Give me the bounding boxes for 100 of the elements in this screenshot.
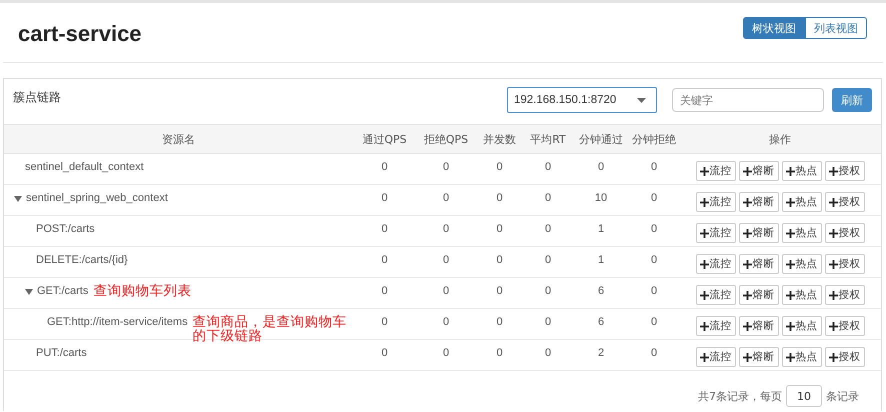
action-button[interactable]: 流控 [696,285,736,305]
plus-icon [786,322,794,330]
table-cell: 0 [381,223,388,235]
table-cell: 0 [650,192,658,204]
table-cell: 0 [442,192,450,204]
table-cell: 0 [496,192,503,204]
table-cell: 0 [544,285,552,297]
action-button[interactable]: 熔断 [738,285,778,305]
expanded-icon[interactable] [14,196,22,202]
plus-icon [828,198,838,206]
table-cell: 0 [650,285,658,297]
plus-icon [742,228,752,238]
action-button[interactable]: 流控 [696,316,736,336]
expanded-icon[interactable] [25,289,33,295]
table-cell: 0 [544,192,552,204]
action-button[interactable]: 热点 [782,223,822,243]
action-button[interactable]: 流控 [696,223,736,243]
table-cell: 1 [598,223,604,235]
table-cell: 0 [442,316,450,328]
action-button[interactable]: 授权 [824,254,864,274]
machine-select[interactable]: 192.168.150.1:8720 [507,87,657,113]
view-tab[interactable]: 树状视图 [743,17,805,39]
table-cell: 0 [442,285,450,297]
action-button[interactable]: 热点 [782,161,822,181]
action-button[interactable]: 熔断 [738,347,778,367]
table-cell: 0 [544,316,552,328]
action-button[interactable]: 授权 [824,161,864,181]
plus-icon [742,352,752,362]
plus-icon [742,260,752,268]
plus-icon [786,260,794,268]
action-button[interactable]: 熔断 [738,192,778,212]
column-header: 通过QPS [353,125,416,154]
action-button[interactable]: 授权 [824,223,864,243]
column-header: 并发数 [476,125,523,154]
action-button[interactable]: 熔断 [738,223,778,243]
resource-name: DELETE:/carts/{id} [36,254,128,266]
plus-icon [786,290,794,300]
table-cell: 0 [650,223,658,235]
plus-icon [828,290,838,300]
action-button[interactable]: 授权 [824,316,864,336]
action-button[interactable]: 热点 [782,316,822,336]
table-cell: 0 [650,347,658,359]
table-cell: 0 [496,161,503,173]
column-header: 资源名 [4,125,353,154]
action-button[interactable]: 授权 [824,285,864,305]
resource-name: POST:/carts [36,223,95,235]
action-button[interactable]: 熔断 [738,254,778,274]
table-cell: 0 [496,285,503,297]
table-cell: 0 [496,254,503,266]
resource-name: GET:/carts [37,285,88,297]
annotation-text: 查询购物车列表 [93,284,192,298]
pagination-unit: 条记录 [826,388,859,404]
plus-icon [742,290,752,300]
action-button[interactable]: 热点 [782,192,822,212]
plus-icon [828,260,838,268]
action-button[interactable]: 流控 [696,347,736,367]
table-cell: 0 [496,223,503,235]
action-button[interactable]: 授权 [824,192,864,212]
column-header: 平均RT [523,125,573,154]
plus-icon [786,166,794,176]
action-button[interactable]: 流控 [696,161,736,181]
table-cell: 0 [442,254,450,266]
view-tab[interactable]: 列表视图 [805,17,867,39]
action-button[interactable]: 熔断 [738,316,778,336]
table-cell: 0 [381,254,388,266]
table-cell: 0 [381,161,388,173]
table-cell: 0 [544,223,552,235]
action-button[interactable]: 热点 [782,285,822,305]
plus-icon [700,290,708,300]
table-cell: 10 [594,192,608,204]
resource-name: PUT:/carts [36,347,87,359]
plus-icon [828,322,838,330]
action-button[interactable]: 授权 [824,347,864,367]
panel-title: 簇点链路 [13,89,61,106]
page-size-field[interactable]: 10 [786,385,822,407]
refresh-button[interactable]: 刷新 [832,88,872,112]
action-button[interactable]: 熔断 [738,161,778,181]
table-cell: 0 [381,316,388,328]
page-title: cart-service [18,21,142,47]
resource-name: sentinel_spring_web_context [26,192,168,204]
table-cell: 0 [650,316,658,328]
plus-icon [828,228,838,238]
plus-icon [786,198,794,206]
table-cell: 0 [442,347,450,359]
plus-icon [786,228,794,238]
resource-name: sentinel_default_context [25,161,144,173]
action-button[interactable]: 流控 [696,192,736,212]
plus-icon [700,260,708,268]
action-button[interactable]: 热点 [782,254,822,274]
action-button[interactable]: 热点 [782,347,822,367]
table-cell: 2 [598,347,604,359]
plus-icon [786,352,794,362]
caret-icon [637,98,646,102]
plus-icon [700,352,708,362]
action-button[interactable]: 流控 [696,254,736,274]
table-cell: 1 [598,254,604,266]
column-header: 分钟拒绝 [629,125,679,154]
table-cell: 0 [381,285,388,297]
search-field[interactable]: 关键字 [672,88,824,112]
table-cell: 0 [496,347,503,359]
